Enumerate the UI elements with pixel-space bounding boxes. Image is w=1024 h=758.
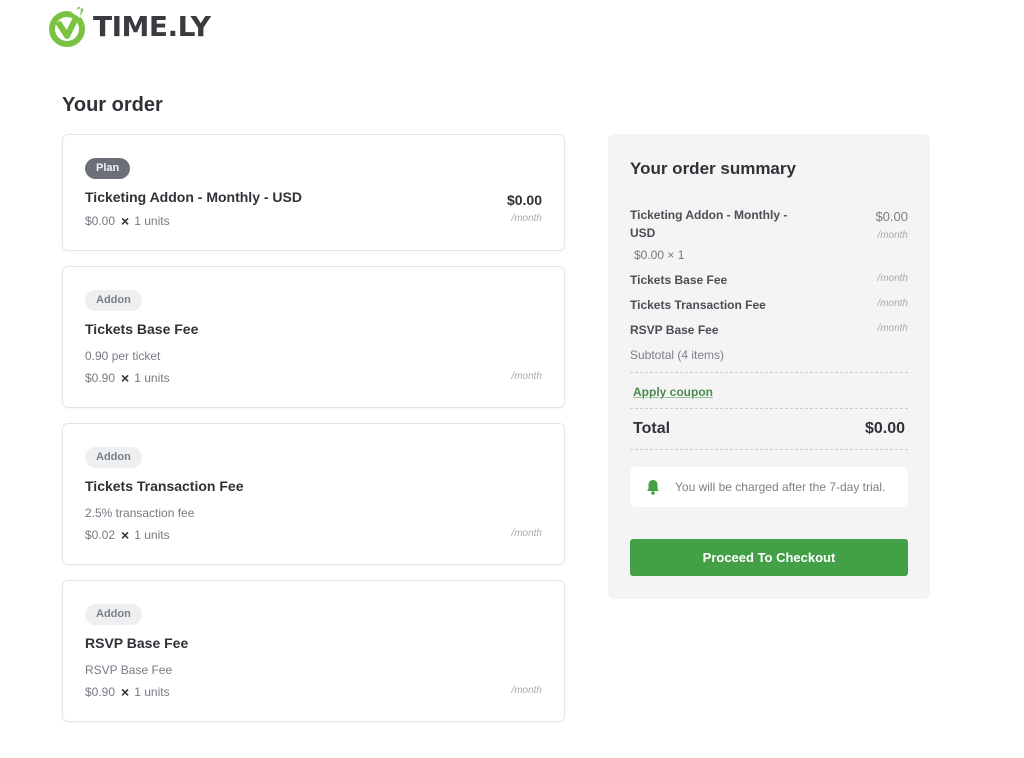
multiply-icon: × — [121, 213, 130, 229]
order-summary-panel: Your order summary Ticketing Addon - Mon… — [608, 134, 930, 599]
item-title: Ticketing Addon - Monthly - USD — [85, 189, 302, 205]
divider — [630, 372, 908, 373]
order-item-card: Addon Tickets Base Fee 0.90 per ticket $… — [62, 266, 565, 408]
divider — [630, 408, 908, 409]
item-title: Tickets Base Fee — [85, 321, 199, 337]
item-price: $0.00 — [506, 192, 542, 208]
summary-line-name: RSVP Base Fee — [630, 323, 719, 337]
summary-line-period: /month — [877, 273, 908, 284]
addon-badge: Addon — [85, 290, 142, 311]
multiply-icon: × — [121, 527, 130, 543]
multiply-icon: × — [121, 370, 130, 386]
item-description: 0.90 per ticket — [85, 349, 161, 363]
item-quantity: $0.90 × 1 units — [85, 370, 170, 386]
unit-price: $0.00 — [85, 214, 116, 228]
quantity: 1 units — [134, 685, 170, 699]
item-quantity: $0.90 × 1 units — [85, 684, 170, 700]
divider — [630, 449, 908, 450]
item-quantity: $0.00 × 1 units — [85, 213, 170, 229]
order-item-card: Plan Ticketing Addon - Monthly - USD $0.… — [62, 134, 565, 251]
unit-price: $0.90 — [85, 371, 116, 385]
item-description: RSVP Base Fee — [85, 663, 173, 677]
check-circle-logo-icon — [49, 6, 85, 47]
proceed-to-checkout-button[interactable]: Proceed To Checkout — [630, 539, 908, 576]
item-quantity: $0.02 × 1 units — [85, 527, 170, 543]
unit-price: $0.02 — [85, 528, 116, 542]
summary-title: Your order summary — [630, 159, 796, 178]
total-value: $0.00 — [864, 420, 905, 437]
order-item-card: Addon RSVP Base Fee RSVP Base Fee $0.90 … — [62, 580, 565, 722]
trial-notice-text: You will be charged after the 7-day tria… — [675, 480, 886, 494]
summary-line-period: /month — [877, 298, 908, 309]
item-period: /month — [511, 213, 542, 224]
total-label: Total — [633, 420, 671, 437]
item-title: Tickets Transaction Fee — [85, 478, 244, 494]
summary-line-period: /month — [877, 230, 908, 241]
brand-logo[interactable]: TIME.LY — [47, 4, 211, 48]
summary-line-period: /month — [877, 323, 908, 334]
addon-badge: Addon — [85, 447, 142, 468]
brand-name: TIME.LY — [93, 9, 211, 43]
multiply-icon: × — [121, 684, 130, 700]
quantity: 1 units — [134, 371, 170, 385]
addon-badge: Addon — [85, 604, 142, 625]
summary-line-name: Ticketing Addon - Monthly - USD — [630, 208, 788, 240]
summary-line-price: $0.00 — [875, 209, 908, 224]
bell-icon — [647, 480, 659, 495]
item-title: RSVP Base Fee — [85, 635, 189, 651]
plan-badge: Plan — [85, 158, 131, 179]
page-title: Your order — [62, 94, 163, 116]
item-period: /month — [511, 528, 542, 539]
unit-price: $0.90 — [85, 685, 116, 699]
summary-line-name: Tickets Transaction Fee — [630, 298, 766, 312]
subtotal-label: Subtotal (4 items) — [630, 348, 725, 362]
trial-notice: You will be charged after the 7-day tria… — [630, 467, 908, 507]
item-period: /month — [511, 371, 542, 382]
item-period: /month — [511, 685, 542, 696]
item-description: 2.5% transaction fee — [85, 506, 195, 520]
order-item-card: Addon Tickets Transaction Fee 2.5% trans… — [62, 423, 565, 565]
summary-line-name: Tickets Base Fee — [630, 273, 728, 287]
summary-line-quantity: $0.00 × 1 — [634, 248, 685, 262]
quantity: 1 units — [134, 528, 170, 542]
apply-coupon-link[interactable]: Apply coupon — [633, 385, 713, 399]
quantity: 1 units — [134, 214, 170, 228]
